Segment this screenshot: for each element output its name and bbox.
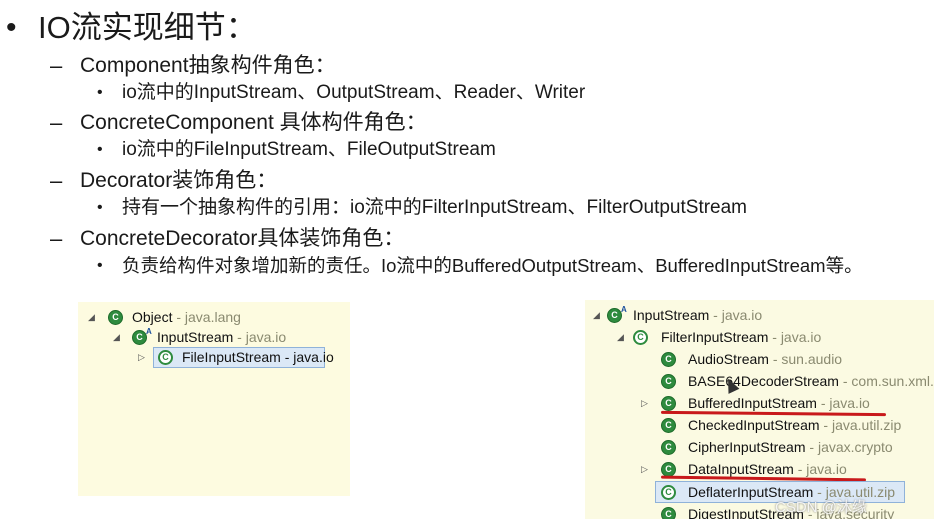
class-name: BufferedInputStream: [688, 395, 817, 411]
dash-bullet: –: [50, 226, 63, 251]
package-name: - java.io: [816, 395, 870, 411]
type-hierarchy-left: ◢ C Object - java.lang ◢ C InputStream -…: [78, 302, 350, 496]
expanded-arrow-icon[interactable]: ◢: [88, 306, 98, 328]
package-name: - java.util.zip: [819, 417, 902, 433]
dash-bullet: –: [50, 110, 63, 135]
abstract-class-icon: C: [132, 325, 152, 345]
package-name: - java.io: [768, 329, 822, 345]
collapsed-arrow-icon[interactable]: ▷: [641, 458, 651, 480]
item-label: Component抽象构件角色：: [80, 54, 336, 77]
abstract-class-icon: C: [607, 303, 627, 323]
package-name: - sun.audio: [768, 351, 843, 367]
class-name: Object: [132, 309, 173, 325]
tree-row-filterinputstream[interactable]: ◢ C FilterInputStream - java.io: [585, 326, 934, 348]
dot-bullet: •: [97, 84, 103, 101]
dash-bullet: –: [50, 53, 63, 78]
watermark: CSDN @沐缘: [775, 499, 867, 516]
tree-row-cipherinputstream[interactable]: C CipherInputStream - javax.crypto: [585, 436, 934, 458]
class-icon: C: [661, 507, 676, 519]
title-text: IO流实现细节：: [38, 10, 257, 45]
class-name: CheckedInputStream: [688, 417, 820, 433]
slide: • IO流实现细节： – Component抽象构件角色： • io流中的Inp…: [0, 0, 934, 519]
tree-row-checkedinputstream[interactable]: C CheckedInputStream - java.util.zip: [585, 414, 934, 436]
package-name: - java.io: [233, 329, 287, 345]
item-label: ConcreteDecorator具体装饰角色：: [80, 227, 405, 250]
subitem-text: 负责给构件对象增加新的责任。Io流中的BufferedOutputStream、…: [122, 255, 863, 276]
dot-bullet: •: [97, 257, 103, 274]
tree-row-fileinputstream[interactable]: ▷ C FileInputStream - java.io: [78, 346, 350, 368]
expanded-arrow-icon[interactable]: ◢: [113, 326, 123, 348]
collapsed-arrow-icon[interactable]: ▷: [138, 346, 148, 368]
tree-row-object[interactable]: ◢ C Object - java.lang: [78, 306, 350, 328]
class-name: DataInputStream: [688, 461, 794, 477]
package-name: - com.sun.xml.: [838, 373, 934, 389]
class-name: InputStream: [633, 307, 710, 323]
dot-bullet: •: [97, 141, 103, 158]
class-name: FileInputStream - java.io: [182, 349, 334, 365]
type-hierarchy-right: ◢ C InputStream - java.io ◢ C FilterInpu…: [585, 300, 934, 519]
subitem-text: 持有一个抽象构件的引用：io流中的FilterInputStream、Filte…: [122, 197, 748, 218]
class-icon: C: [661, 485, 676, 500]
package-name: - java.lang: [172, 309, 241, 325]
package-name: - javax.crypto: [805, 439, 893, 455]
tree-row-inputstream[interactable]: ◢ C InputStream - java.io: [78, 325, 350, 348]
class-icon: C: [633, 330, 648, 345]
class-icon: C: [661, 374, 676, 389]
item-label: ConcreteComponent 具体构件角色：: [80, 111, 427, 134]
expanded-arrow-icon[interactable]: ◢: [617, 326, 627, 348]
tree-row-deflaterinputstream[interactable]: C DeflaterInputStream - java.util.zip: [585, 481, 934, 503]
dot-bullet: •: [97, 199, 103, 216]
class-icon: C: [661, 440, 676, 455]
class-icon: C: [108, 310, 123, 325]
item-label: Decorator装饰角色：: [80, 169, 278, 192]
subitem-text: io流中的InputStream、OutputStream、Reader、Wri…: [122, 82, 586, 103]
title-bullet: •: [6, 11, 17, 44]
class-name: AudioStream: [688, 351, 769, 367]
tree-row-digestinputstream[interactable]: C DigestInputStream - java.security: [585, 503, 934, 519]
class-name: InputStream: [157, 329, 234, 345]
class-icon: C: [158, 350, 173, 365]
package-name: - java.io: [793, 461, 847, 477]
class-icon: C: [661, 352, 676, 367]
subitem-text: io流中的FileInputStream、FileOutputStream: [122, 139, 496, 160]
class-name: CipherInputStream: [688, 439, 806, 455]
class-name: BASE64DecoderStream: [688, 373, 839, 389]
class-name: FilterInputStream: [661, 329, 769, 345]
dash-bullet: –: [50, 168, 63, 193]
collapsed-arrow-icon[interactable]: ▷: [641, 392, 651, 414]
class-icon: C: [661, 396, 676, 411]
tree-row-audiostream[interactable]: C AudioStream - sun.audio: [585, 348, 934, 370]
tree-row-bufferedinputstream[interactable]: ▷ C BufferedInputStream - java.io: [585, 392, 934, 414]
package-name: - java.io: [709, 307, 763, 323]
class-icon: C: [661, 418, 676, 433]
expanded-arrow-icon[interactable]: ◢: [593, 304, 603, 326]
tree-row-base64decoderstream[interactable]: C BASE64DecoderStream - com.sun.xml.: [585, 370, 934, 392]
tree-row-inputstream[interactable]: ◢ C InputStream - java.io: [585, 303, 934, 326]
